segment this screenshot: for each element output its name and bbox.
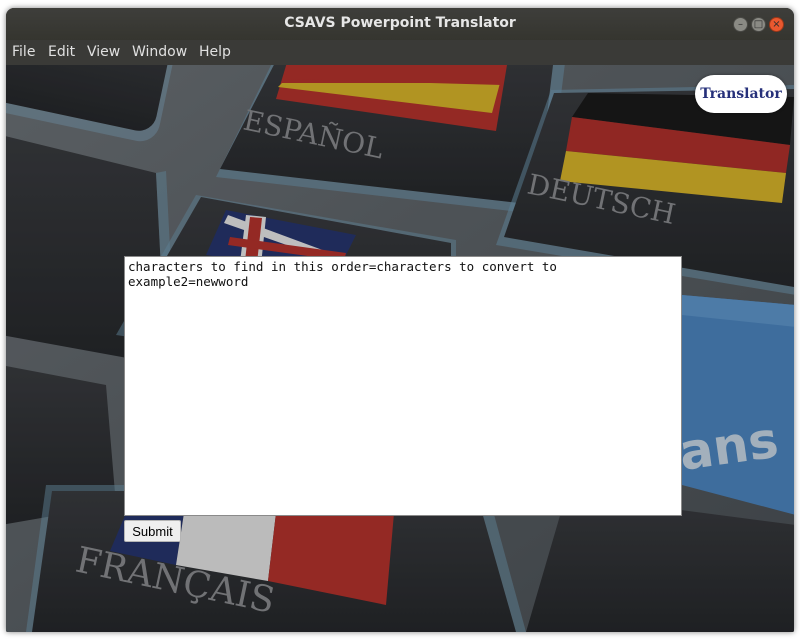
submit-button[interactable]: Submit <box>124 520 181 542</box>
app-window: CSAVS Powerpoint Translator – □ × File E… <box>6 8 794 632</box>
menu-help[interactable]: Help <box>199 44 231 60</box>
menu-window[interactable]: Window <box>132 44 187 60</box>
window-title: CSAVS Powerpoint Translator <box>284 15 516 31</box>
menu-edit[interactable]: Edit <box>48 44 75 60</box>
menu-view[interactable]: View <box>87 44 120 60</box>
menu-bar: File Edit View Window Help <box>6 40 794 65</box>
minimize-button[interactable]: – <box>733 17 748 32</box>
title-bar[interactable]: CSAVS Powerpoint Translator – □ × <box>6 8 794 40</box>
close-button[interactable]: × <box>769 17 784 32</box>
translator-badge: Translator <box>695 75 787 113</box>
translation-rules-textarea[interactable]: characters to find in this order=charact… <box>124 256 682 516</box>
maximize-icon: □ <box>753 18 764 30</box>
minimize-icon: – <box>738 18 743 30</box>
content-area: ESPAÑOL DEUTSCH ans FRANÇAIS Translator … <box>6 65 794 632</box>
menu-file[interactable]: File <box>12 44 35 60</box>
close-icon: × <box>772 18 781 30</box>
maximize-button[interactable]: □ <box>751 17 766 32</box>
